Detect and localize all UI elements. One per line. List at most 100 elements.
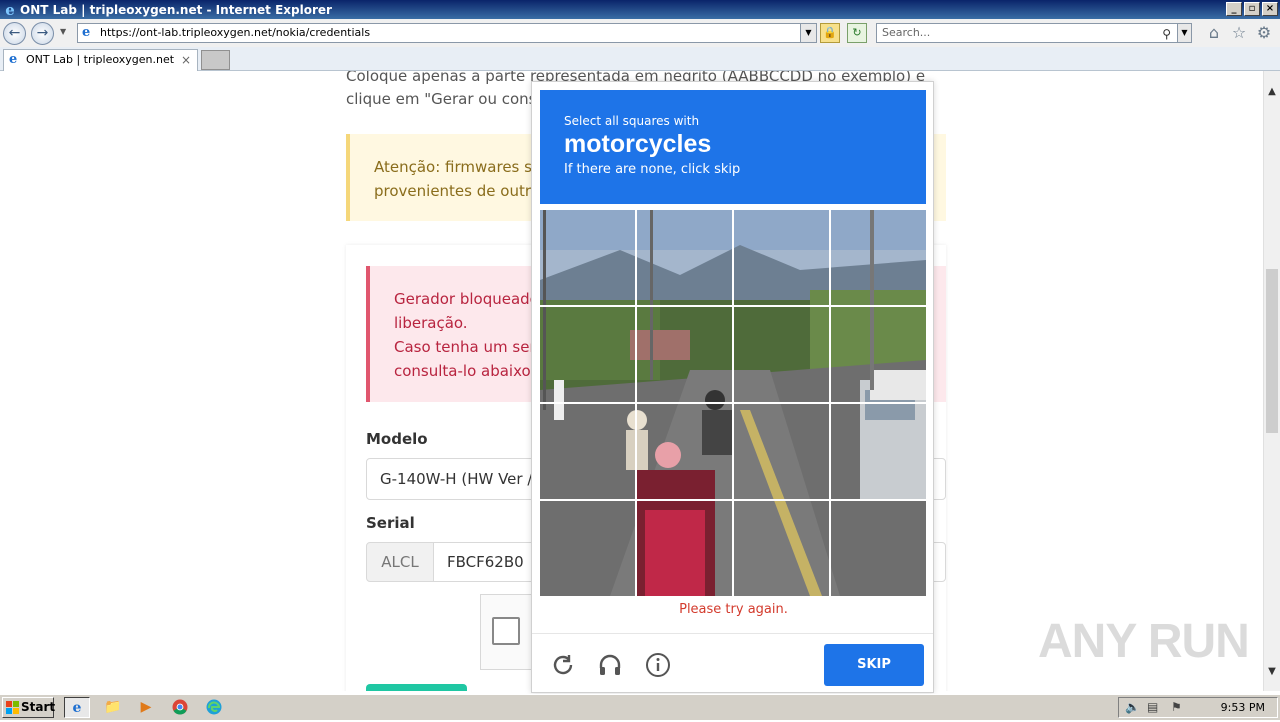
start-button[interactable]: Start <box>2 697 55 718</box>
captcha-tile-image <box>540 307 635 402</box>
captcha-tile-image <box>637 307 732 402</box>
captcha-tile-image <box>637 501 732 596</box>
favorites-star-icon[interactable]: ☆ <box>1230 24 1248 42</box>
new-tab-button[interactable] <box>201 50 230 70</box>
tab-bar: e ONT Lab | tripleoxygen.net × <box>0 47 1280 71</box>
captcha-tile-image <box>831 501 926 596</box>
window-titlebar: e ONT Lab | tripleoxygen.net - Internet … <box>0 0 1280 19</box>
scroll-up-icon[interactable]: ▲ <box>1264 83 1280 100</box>
anyrun-watermark: ANY RUN <box>1038 615 1250 668</box>
serial-prefix: ALCL <box>366 542 434 582</box>
captcha-tile[interactable] <box>734 501 829 596</box>
captcha-tile[interactable] <box>540 404 635 499</box>
modelo-label: Modelo <box>366 430 428 448</box>
captcha-error: Please try again. <box>679 602 788 617</box>
captcha-tile-image <box>831 210 926 305</box>
search-icon[interactable]: ⚲ <box>1162 25 1171 43</box>
taskbar: Start e 📁 ▶ 🔈 ▤ ⚑ 9:53 PM <box>0 694 1280 720</box>
volume-icon[interactable]: 🔈 <box>1125 700 1140 714</box>
info-icon[interactable] <box>645 652 671 678</box>
captcha-tile[interactable] <box>637 501 732 596</box>
danger-text-line3: Caso tenha um seria <box>394 338 549 356</box>
search-dropdown-icon[interactable]: ▼ <box>1177 24 1191 42</box>
captcha-tile[interactable] <box>637 404 732 499</box>
captcha-tile-image <box>831 307 926 402</box>
window-controls: _ ▫ × <box>1226 2 1278 16</box>
captcha-tile-image <box>540 501 635 596</box>
danger-text-line4: consulta-lo abaixo s <box>394 362 544 380</box>
captcha-tile-image <box>831 404 926 499</box>
tab-close-icon[interactable]: × <box>181 50 191 70</box>
search-placeholder[interactable]: Search... <box>882 26 930 39</box>
captcha-tile[interactable] <box>540 501 635 596</box>
captcha-tile[interactable] <box>540 210 635 305</box>
audio-challenge-icon[interactable] <box>597 652 623 678</box>
captcha-tile[interactable] <box>637 210 732 305</box>
address-url[interactable]: https://ont-lab.tripleoxygen.net/nokia/c… <box>100 26 370 39</box>
lock-icon[interactable]: 🔒 <box>820 23 840 43</box>
tab-ie-icon: e <box>9 52 18 67</box>
vertical-scrollbar[interactable]: ▲ ▼ <box>1263 71 1280 691</box>
captcha-tile-image <box>734 210 829 305</box>
home-icon[interactable]: ⌂ <box>1205 24 1223 42</box>
captcha-tile[interactable] <box>734 210 829 305</box>
captcha-tile[interactable] <box>734 307 829 402</box>
system-tray: 🔈 ▤ ⚑ 9:53 PM <box>1118 697 1278 718</box>
captcha-tile[interactable] <box>734 404 829 499</box>
tab-ont-lab[interactable]: e ONT Lab | tripleoxygen.net × <box>3 49 198 71</box>
captcha-tile-image <box>540 210 635 305</box>
action-center-flag-icon[interactable]: ⚑ <box>1171 700 1182 714</box>
ie-logo-icon: e <box>5 0 15 19</box>
warning-text-line1: Atenção: firmwares ser <box>374 158 548 176</box>
tab-title[interactable]: ONT Lab | tripleoxygen.net <box>26 53 174 66</box>
search-box[interactable]: Search... ⚲ ▼ <box>876 23 1192 43</box>
back-button[interactable]: ← <box>3 22 26 45</box>
refresh-button[interactable]: ↻ <box>847 23 867 43</box>
forward-button[interactable]: → <box>31 22 54 45</box>
captcha-target: motorcycles <box>564 130 712 158</box>
captcha-tile-image <box>637 404 732 499</box>
history-dropdown-icon[interactable]: ▼ <box>60 27 66 36</box>
address-bar[interactable]: e https://ont-lab.tripleoxygen.net/nokia… <box>77 23 817 43</box>
refresh-icon[interactable] <box>550 652 576 678</box>
captcha-instruction: Select all squares with <box>564 114 700 128</box>
intro-text-line2: clique em "Gerar ou consu <box>346 90 546 108</box>
edge-logo-icon <box>206 699 222 715</box>
taskbar-folder-icon[interactable]: 📁 <box>100 697 126 718</box>
captcha-tile[interactable] <box>637 307 732 402</box>
page-ie-icon: e <box>82 25 91 40</box>
skip-button[interactable]: SKIP <box>824 644 924 686</box>
taskbar-chrome-icon[interactable] <box>167 697 193 718</box>
submit-button[interactable] <box>366 684 467 691</box>
address-dropdown-icon[interactable]: ▼ <box>800 24 816 42</box>
captcha-tile-image <box>734 404 829 499</box>
danger-text-line2: liberação. <box>394 314 468 332</box>
scroll-down-icon[interactable]: ▼ <box>1264 663 1280 680</box>
captcha-hint: If there are none, click skip <box>564 162 741 177</box>
captcha-tile[interactable] <box>540 307 635 402</box>
captcha-tile[interactable] <box>831 210 926 305</box>
taskbar-ie-icon[interactable]: e <box>64 697 90 718</box>
captcha-tile-image <box>734 307 829 402</box>
captcha-image-grid <box>540 210 926 596</box>
minimize-button[interactable]: _ <box>1226 2 1242 16</box>
captcha-challenge: Select all squares with motorcycles If t… <box>531 81 934 693</box>
clock: 9:53 PM <box>1220 701 1265 714</box>
hcaptcha-checkbox[interactable] <box>492 617 520 645</box>
maximize-button[interactable]: ▫ <box>1244 2 1260 16</box>
captcha-divider <box>532 633 933 634</box>
windows-logo-icon <box>6 701 19 714</box>
captcha-tile[interactable] <box>831 501 926 596</box>
network-icon[interactable]: ▤ <box>1147 700 1158 714</box>
taskbar-edge-icon[interactable] <box>201 697 227 718</box>
captcha-tile-image <box>637 210 732 305</box>
settings-gear-icon[interactable]: ⚙ <box>1255 24 1273 42</box>
captcha-tile[interactable] <box>831 404 926 499</box>
captcha-tile[interactable] <box>831 307 926 402</box>
scrollbar-thumb[interactable] <box>1266 269 1278 433</box>
start-label[interactable]: Start <box>21 700 55 714</box>
close-button[interactable]: × <box>1262 2 1278 16</box>
captcha-tile-image <box>540 404 635 499</box>
taskbar-media-player-icon[interactable]: ▶ <box>133 697 159 718</box>
danger-text-line1: Gerador bloqueado <box>394 290 539 308</box>
